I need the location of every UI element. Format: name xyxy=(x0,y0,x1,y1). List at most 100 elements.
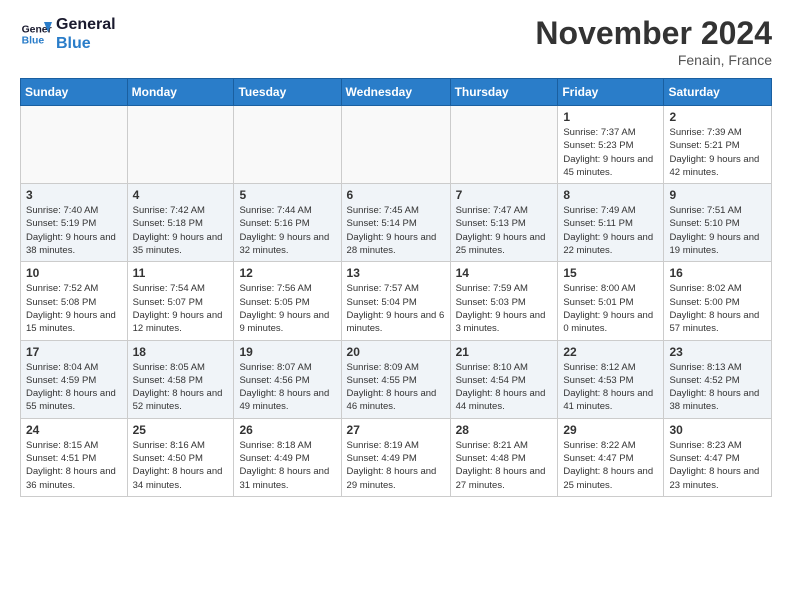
day-number: 24 xyxy=(26,423,122,437)
day-number: 26 xyxy=(239,423,335,437)
table-row: 26 Sunrise: 8:18 AM Sunset: 4:49 PM Dayli… xyxy=(234,418,341,496)
day-number: 29 xyxy=(563,423,658,437)
calendar-header-row: Sunday Monday Tuesday Wednesday Thursday… xyxy=(21,79,772,106)
day-info: Sunrise: 7:42 AM Sunset: 5:18 PM Dayligh… xyxy=(133,204,229,257)
table-row: 30 Sunrise: 8:23 AM Sunset: 4:47 PM Dayli… xyxy=(664,418,772,496)
day-number: 15 xyxy=(563,266,658,280)
table-row: 13 Sunrise: 7:57 AM Sunset: 5:04 PM Dayli… xyxy=(341,262,450,340)
header-friday: Friday xyxy=(558,79,664,106)
table-row: 15 Sunrise: 8:00 AM Sunset: 5:01 PM Dayli… xyxy=(558,262,664,340)
calendar-week-row: 17Sunrise: 8:04 AM Sunset: 4:59 PM Dayli… xyxy=(21,340,772,418)
table-row: 9 Sunrise: 7:51 AM Sunset: 5:10 PM Daylig… xyxy=(664,184,772,262)
day-number: 22 xyxy=(563,345,658,359)
table-row: 16Sunrise: 8:02 AM Sunset: 5:00 PM Dayli… xyxy=(664,262,772,340)
day-number: 27 xyxy=(347,423,445,437)
day-number: 6 xyxy=(347,188,445,202)
header-monday: Monday xyxy=(127,79,234,106)
table-row: 19 Sunrise: 8:07 AM Sunset: 4:56 PM Dayli… xyxy=(234,340,341,418)
month-title: November 2024 xyxy=(535,15,772,52)
day-number: 4 xyxy=(133,188,229,202)
svg-text:Blue: Blue xyxy=(22,36,45,47)
title-area: November 2024 Fenain, France xyxy=(535,15,772,68)
day-number: 20 xyxy=(347,345,445,359)
header-wednesday: Wednesday xyxy=(341,79,450,106)
table-row: 3 Sunrise: 7:40 AM Sunset: 5:19 PM Daylig… xyxy=(21,184,128,262)
day-number: 3 xyxy=(26,188,122,202)
day-info: Sunrise: 8:09 AM Sunset: 4:55 PM Dayligh… xyxy=(347,361,445,414)
table-row xyxy=(450,106,558,184)
table-row: 12 Sunrise: 7:56 AM Sunset: 5:05 PM Dayli… xyxy=(234,262,341,340)
table-row: 10 Sunrise: 7:52 AM Sunset: 5:08 PM Dayli… xyxy=(21,262,128,340)
table-row: 22Sunrise: 8:12 AM Sunset: 4:53 PM Dayli… xyxy=(558,340,664,418)
calendar-week-row: 1 Sunrise: 7:37 AM Sunset: 5:23 PM Daylig… xyxy=(21,106,772,184)
table-row: 5Sunrise: 7:44 AM Sunset: 5:16 PM Daylig… xyxy=(234,184,341,262)
day-info: Sunrise: 7:49 AM Sunset: 5:11 PM Dayligh… xyxy=(563,204,658,257)
day-number: 23 xyxy=(669,345,766,359)
day-info: Sunrise: 7:40 AM Sunset: 5:19 PM Dayligh… xyxy=(26,204,122,257)
day-info: Sunrise: 8:19 AM Sunset: 4:49 PM Dayligh… xyxy=(347,439,445,492)
day-number: 30 xyxy=(669,423,766,437)
header-thursday: Thursday xyxy=(450,79,558,106)
day-info: Sunrise: 7:54 AM Sunset: 5:07 PM Dayligh… xyxy=(133,282,229,335)
day-info: Sunrise: 7:45 AM Sunset: 5:14 PM Dayligh… xyxy=(347,204,445,257)
header-tuesday: Tuesday xyxy=(234,79,341,106)
day-number: 1 xyxy=(563,110,658,124)
day-info: Sunrise: 7:52 AM Sunset: 5:08 PM Dayligh… xyxy=(26,282,122,335)
day-number: 13 xyxy=(347,266,445,280)
calendar-week-row: 10 Sunrise: 7:52 AM Sunset: 5:08 PM Dayli… xyxy=(21,262,772,340)
table-row: 18Sunrise: 8:05 AM Sunset: 4:58 PM Dayli… xyxy=(127,340,234,418)
table-row: 4 Sunrise: 7:42 AM Sunset: 5:18 PM Daylig… xyxy=(127,184,234,262)
table-row: 7 Sunrise: 7:47 AM Sunset: 5:13 PM Daylig… xyxy=(450,184,558,262)
day-info: Sunrise: 7:57 AM Sunset: 5:04 PM Dayligh… xyxy=(347,282,445,335)
table-row: 2Sunrise: 7:39 AM Sunset: 5:21 PM Daylig… xyxy=(664,106,772,184)
day-number: 17 xyxy=(26,345,122,359)
table-row: 29 Sunrise: 8:22 AM Sunset: 4:47 PM Dayli… xyxy=(558,418,664,496)
calendar-week-row: 3 Sunrise: 7:40 AM Sunset: 5:19 PM Daylig… xyxy=(21,184,772,262)
day-info: Sunrise: 7:56 AM Sunset: 5:05 PM Dayligh… xyxy=(239,282,335,335)
day-info: Sunrise: 8:22 AM Sunset: 4:47 PM Dayligh… xyxy=(563,439,658,492)
calendar-week-row: 24Sunrise: 8:15 AM Sunset: 4:51 PM Dayli… xyxy=(21,418,772,496)
table-row: 8 Sunrise: 7:49 AM Sunset: 5:11 PM Daylig… xyxy=(558,184,664,262)
day-info: Sunrise: 7:47 AM Sunset: 5:13 PM Dayligh… xyxy=(456,204,553,257)
table-row: 11 Sunrise: 7:54 AM Sunset: 5:07 PM Dayli… xyxy=(127,262,234,340)
day-info: Sunrise: 8:16 AM Sunset: 4:50 PM Dayligh… xyxy=(133,439,229,492)
table-row xyxy=(341,106,450,184)
logo: General Blue General Blue xyxy=(20,15,116,53)
day-number: 5 xyxy=(239,188,335,202)
day-info: Sunrise: 7:51 AM Sunset: 5:10 PM Dayligh… xyxy=(669,204,766,257)
day-number: 11 xyxy=(133,266,229,280)
header-saturday: Saturday xyxy=(664,79,772,106)
table-row: 20 Sunrise: 8:09 AM Sunset: 4:55 PM Dayli… xyxy=(341,340,450,418)
day-number: 25 xyxy=(133,423,229,437)
day-info: Sunrise: 8:13 AM Sunset: 4:52 PM Dayligh… xyxy=(669,361,766,414)
table-row: 17Sunrise: 8:04 AM Sunset: 4:59 PM Dayli… xyxy=(21,340,128,418)
day-number: 12 xyxy=(239,266,335,280)
logo-icon: General Blue xyxy=(20,18,52,50)
table-row: 21 Sunrise: 8:10 AM Sunset: 4:54 PM Dayli… xyxy=(450,340,558,418)
table-row: 25 Sunrise: 8:16 AM Sunset: 4:50 PM Dayli… xyxy=(127,418,234,496)
day-info: Sunrise: 7:37 AM Sunset: 5:23 PM Dayligh… xyxy=(563,126,658,179)
day-number: 9 xyxy=(669,188,766,202)
day-number: 10 xyxy=(26,266,122,280)
day-number: 7 xyxy=(456,188,553,202)
table-row xyxy=(21,106,128,184)
day-info: Sunrise: 8:07 AM Sunset: 4:56 PM Dayligh… xyxy=(239,361,335,414)
day-info: Sunrise: 7:39 AM Sunset: 5:21 PM Dayligh… xyxy=(669,126,766,179)
day-info: Sunrise: 8:05 AM Sunset: 4:58 PM Dayligh… xyxy=(133,361,229,414)
logo-text-general: General xyxy=(56,15,116,34)
day-number: 19 xyxy=(239,345,335,359)
table-row: 28Sunrise: 8:21 AM Sunset: 4:48 PM Dayli… xyxy=(450,418,558,496)
day-number: 8 xyxy=(563,188,658,202)
logo-text-blue: Blue xyxy=(56,34,116,53)
location: Fenain, France xyxy=(535,52,772,68)
calendar-table: Sunday Monday Tuesday Wednesday Thursday… xyxy=(20,78,772,497)
table-row xyxy=(127,106,234,184)
table-row: 14Sunrise: 7:59 AM Sunset: 5:03 PM Dayli… xyxy=(450,262,558,340)
day-info: Sunrise: 8:23 AM Sunset: 4:47 PM Dayligh… xyxy=(669,439,766,492)
day-info: Sunrise: 8:00 AM Sunset: 5:01 PM Dayligh… xyxy=(563,282,658,335)
day-number: 21 xyxy=(456,345,553,359)
table-row: 27 Sunrise: 8:19 AM Sunset: 4:49 PM Dayli… xyxy=(341,418,450,496)
header: General Blue General Blue November 2024 … xyxy=(20,15,772,68)
day-info: Sunrise: 8:10 AM Sunset: 4:54 PM Dayligh… xyxy=(456,361,553,414)
day-info: Sunrise: 8:18 AM Sunset: 4:49 PM Dayligh… xyxy=(239,439,335,492)
